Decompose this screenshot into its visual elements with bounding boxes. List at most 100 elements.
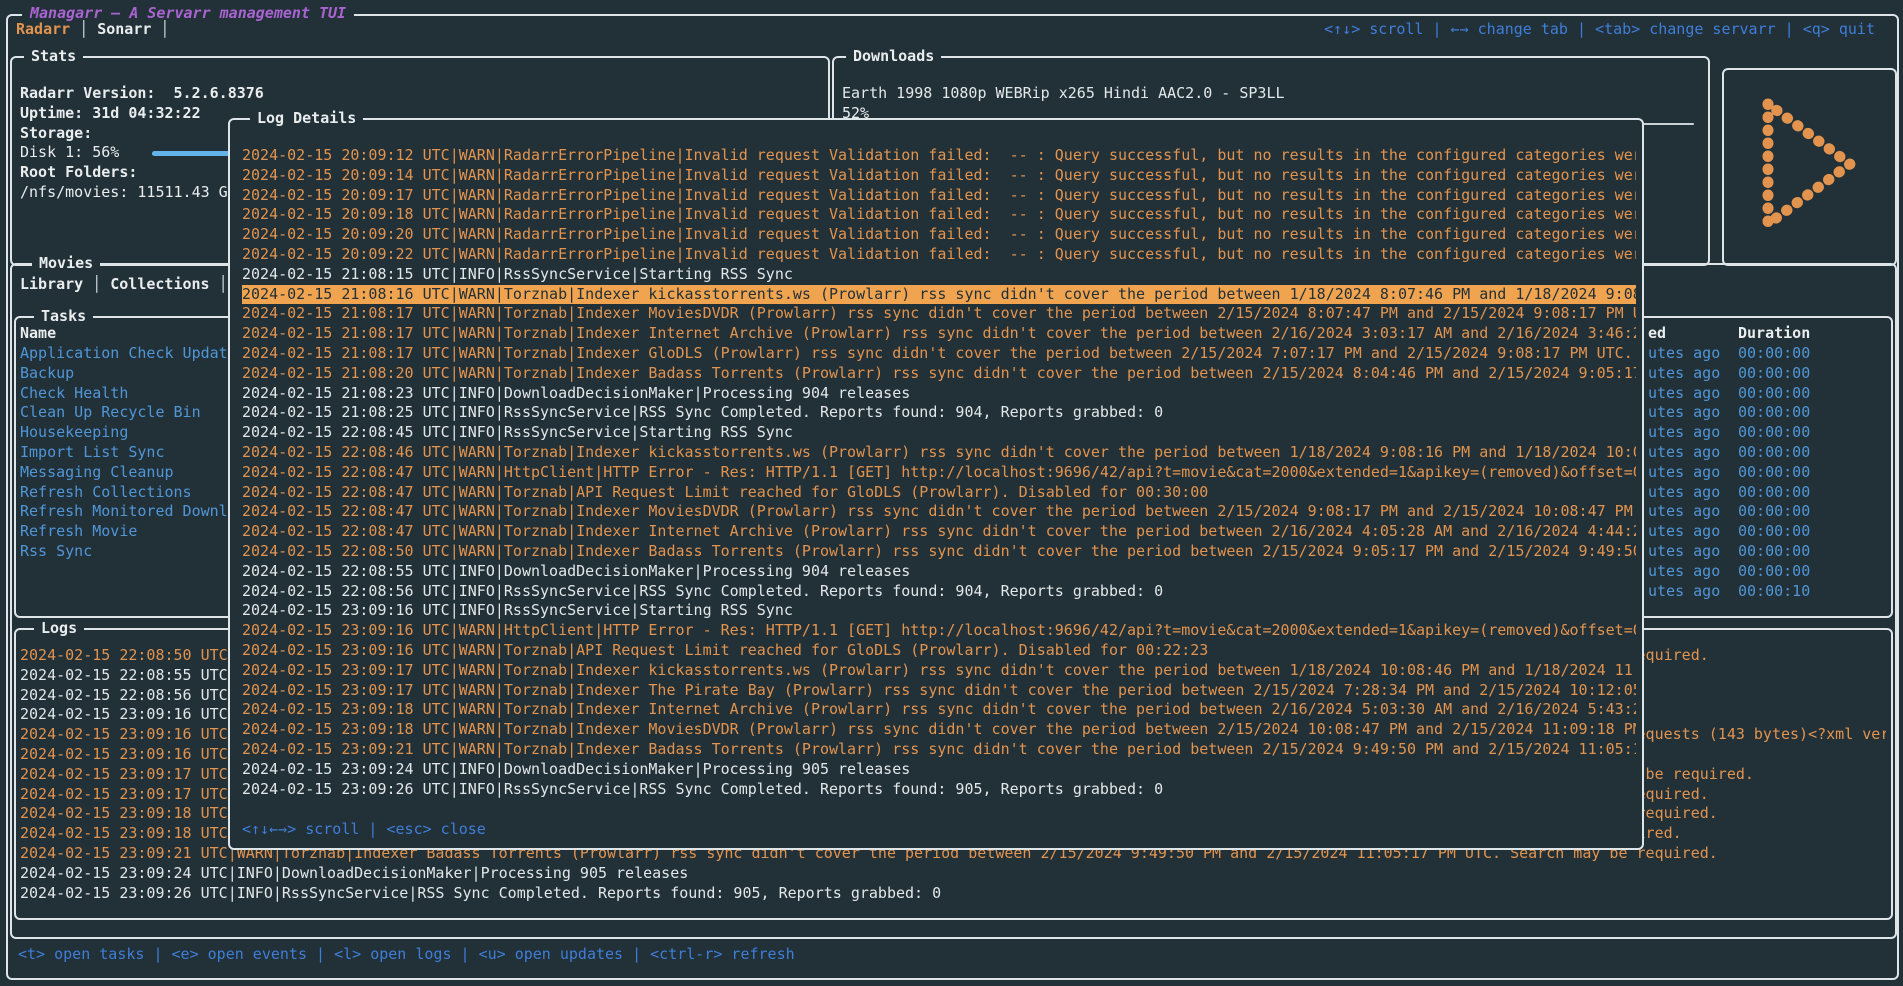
log-detail-line[interactable]: 2024-02-15 21:08:17 UTC|WARN|Torznab|Ind… xyxy=(242,304,1636,324)
task-queued-duration-row: utes ago00:00:00 xyxy=(1648,403,1878,423)
log-detail-line[interactable]: 2024-02-15 21:08:23 UTC|INFO|DownloadDec… xyxy=(242,384,1636,404)
task-queued-duration-row: utes ago00:00:00 xyxy=(1648,562,1878,582)
log-detail-line[interactable]: 2024-02-15 22:08:47 UTC|WARN|Torznab|Ind… xyxy=(242,522,1636,542)
logs-panel-title: Logs xyxy=(34,619,84,639)
tab-divider: │ xyxy=(151,20,178,38)
log-line[interactable]: 2024-02-15 23:09:26 UTC|INFO|RssSyncServ… xyxy=(20,884,1886,904)
task-duration-value: 00:00:00 xyxy=(1738,463,1810,481)
log-detail-line[interactable]: 2024-02-15 22:08:56 UTC|INFO|RssSyncServ… xyxy=(242,582,1636,602)
log-detail-line[interactable]: 2024-02-15 23:09:16 UTC|INFO|RssSyncServ… xyxy=(242,601,1636,621)
log-detail-line[interactable]: 2024-02-15 20:09:20 UTC|WARN|RadarrError… xyxy=(242,225,1636,245)
task-duration-value: 00:00:00 xyxy=(1738,443,1810,461)
movies-tab-library[interactable]: Library xyxy=(20,275,83,293)
tasks-columns-header: edDuration xyxy=(1648,324,1810,344)
task-duration-value: 00:00:00 xyxy=(1738,403,1810,421)
log-detail-line[interactable]: 2024-02-15 20:09:22 UTC|WARN|RadarrError… xyxy=(242,245,1636,265)
task-queued-value: utes ago xyxy=(1648,502,1738,522)
log-detail-line[interactable]: 2024-02-15 23:09:18 UTC|WARN|Torznab|Ind… xyxy=(242,720,1636,740)
top-keybinds: <↑↓> scroll | ←→ change tab | <tab> chan… xyxy=(1324,20,1875,40)
log-detail-line[interactable]: 2024-02-15 20:09:17 UTC|WARN|RadarrError… xyxy=(242,186,1636,206)
task-queued-duration-row: utes ago00:00:00 xyxy=(1648,463,1878,483)
task-queued-value: utes ago xyxy=(1648,562,1738,582)
task-queued-value: utes ago xyxy=(1648,483,1738,503)
task-queued-value: utes ago xyxy=(1648,364,1738,384)
tasks-queued-header: ed xyxy=(1648,324,1738,344)
task-duration-value: 00:00:00 xyxy=(1738,364,1810,382)
log-detail-line[interactable]: 2024-02-15 23:09:26 UTC|INFO|RssSyncServ… xyxy=(242,780,1636,800)
downloads-panel-title: Downloads xyxy=(846,47,941,67)
stats-version: Radarr Version: 5.2.6.8376 xyxy=(20,84,822,104)
tab-divider: │ xyxy=(70,20,97,38)
managarr-play-logo-icon xyxy=(1738,78,1878,250)
log-detail-line[interactable]: 2024-02-15 22:08:47 UTC|WARN|Torznab|API… xyxy=(242,483,1636,503)
task-queued-value: utes ago xyxy=(1648,443,1738,463)
log-details-modal: Log Details 2024-02-15 20:09:12 UTC|WARN… xyxy=(228,118,1644,850)
log-detail-line[interactable]: 2024-02-15 22:08:47 UTC|WARN|HttpClient|… xyxy=(242,463,1636,483)
log-detail-line[interactable]: 2024-02-15 21:08:17 UTC|WARN|Torznab|Ind… xyxy=(242,344,1636,364)
log-detail-line[interactable]: 2024-02-15 22:08:45 UTC|INFO|RssSyncServ… xyxy=(242,423,1636,443)
task-queued-duration-row: utes ago00:00:10 xyxy=(1648,582,1878,602)
tasks-duration-header: Duration xyxy=(1738,324,1810,342)
task-queued-duration-row: utes ago00:00:00 xyxy=(1648,502,1878,522)
tab-sonarr[interactable]: Sonarr xyxy=(97,20,151,38)
log-detail-line[interactable]: 2024-02-15 21:08:17 UTC|WARN|Torznab|Ind… xyxy=(242,324,1636,344)
log-details-modal-title: Log Details xyxy=(250,109,363,129)
task-queued-value: utes ago xyxy=(1648,522,1738,542)
movies-tab-collections[interactable]: Collections xyxy=(110,275,209,293)
task-duration-value: 00:00:00 xyxy=(1738,423,1810,441)
task-duration-value: 00:00:00 xyxy=(1738,562,1810,580)
log-line[interactable]: 2024-02-15 23:09:24 UTC|INFO|DownloadDec… xyxy=(20,864,1886,884)
stats-panel-title: Stats xyxy=(24,47,83,67)
task-duration-value: 00:00:00 xyxy=(1738,542,1810,560)
log-detail-line[interactable]: 2024-02-15 20:09:18 UTC|WARN|RadarrError… xyxy=(242,205,1636,225)
log-detail-line-selected[interactable]: 2024-02-15 21:08:16 UTC|WARN|Torznab|Ind… xyxy=(242,285,1636,305)
tasks-name-header: Name xyxy=(20,324,56,344)
task-queued-value: utes ago xyxy=(1648,423,1738,443)
task-queued-value: utes ago xyxy=(1648,582,1738,602)
task-queued-value: utes ago xyxy=(1648,463,1738,483)
log-detail-line[interactable]: 2024-02-15 23:09:17 UTC|WARN|Torznab|Ind… xyxy=(242,661,1636,681)
task-duration-value: 00:00:00 xyxy=(1738,483,1810,501)
task-queued-value: utes ago xyxy=(1648,344,1738,364)
log-detail-line[interactable]: 2024-02-15 23:09:24 UTC|INFO|DownloadDec… xyxy=(242,760,1636,780)
servarr-tabs: Radarr│Sonarr│ xyxy=(16,20,178,40)
bottom-keybinds: <t> open tasks | <e> open events | <l> o… xyxy=(18,945,795,965)
log-detail-line[interactable]: 2024-02-15 23:09:18 UTC|WARN|Torznab|Ind… xyxy=(242,700,1636,720)
tab-divider: │ xyxy=(83,275,110,293)
task-queued-value: utes ago xyxy=(1648,403,1738,423)
movies-tabs: Library│Collections│ xyxy=(20,275,237,295)
task-duration-value: 00:00:00 xyxy=(1738,344,1810,362)
log-detail-line[interactable]: 2024-02-15 20:09:12 UTC|WARN|RadarrError… xyxy=(242,146,1636,166)
task-queued-duration-row: utes ago00:00:00 xyxy=(1648,364,1878,384)
tab-radarr[interactable]: Radarr xyxy=(16,20,70,38)
log-detail-line[interactable]: 2024-02-15 21:08:25 UTC|INFO|RssSyncServ… xyxy=(242,403,1636,423)
task-duration-value: 00:00:00 xyxy=(1738,502,1810,520)
log-detail-line[interactable]: 2024-02-15 21:08:15 UTC|INFO|RssSyncServ… xyxy=(242,265,1636,285)
movies-panel-title: Movies xyxy=(32,254,100,274)
log-detail-line[interactable]: 2024-02-15 20:09:14 UTC|WARN|RadarrError… xyxy=(242,166,1636,186)
task-queued-duration-row: utes ago00:00:00 xyxy=(1648,443,1878,463)
log-detail-line[interactable]: 2024-02-15 22:08:47 UTC|WARN|Torznab|Ind… xyxy=(242,502,1636,522)
task-queued-value: utes ago xyxy=(1648,542,1738,562)
log-detail-line[interactable]: 2024-02-15 21:08:20 UTC|WARN|Torznab|Ind… xyxy=(242,364,1636,384)
logo-panel xyxy=(1722,68,1897,266)
task-queued-duration-row: utes ago00:00:00 xyxy=(1648,542,1878,562)
log-detail-line[interactable]: 2024-02-15 23:09:17 UTC|WARN|Torznab|Ind… xyxy=(242,681,1636,701)
task-queued-duration-row: utes ago00:00:00 xyxy=(1648,344,1878,364)
task-duration-value: 00:00:00 xyxy=(1738,522,1810,540)
log-detail-line[interactable]: 2024-02-15 22:08:50 UTC|WARN|Torznab|Ind… xyxy=(242,542,1636,562)
log-detail-line[interactable]: 2024-02-15 22:08:46 UTC|WARN|Torznab|Ind… xyxy=(242,443,1636,463)
task-queued-duration-list: utes ago00:00:00utes ago00:00:00utes ago… xyxy=(1648,344,1878,601)
log-detail-line[interactable]: 2024-02-15 23:09:16 UTC|WARN|HttpClient|… xyxy=(242,621,1636,641)
log-detail-line[interactable]: 2024-02-15 23:09:16 UTC|WARN|Torznab|API… xyxy=(242,641,1636,661)
log-details-line-list: 2024-02-15 20:09:12 UTC|WARN|RadarrError… xyxy=(242,146,1636,799)
log-detail-line[interactable]: 2024-02-15 22:08:55 UTC|INFO|DownloadDec… xyxy=(242,562,1636,582)
task-queued-duration-row: utes ago00:00:00 xyxy=(1648,483,1878,503)
log-detail-line[interactable]: 2024-02-15 23:09:21 UTC|WARN|Torznab|Ind… xyxy=(242,740,1636,760)
task-duration-value: 00:00:10 xyxy=(1738,582,1810,600)
task-queued-duration-row: utes ago00:00:00 xyxy=(1648,423,1878,443)
task-duration-value: 00:00:00 xyxy=(1738,384,1810,402)
task-queued-value: utes ago xyxy=(1648,384,1738,404)
download-item[interactable]: Earth 1998 1080p WEBRip x265 Hindi AAC2.… xyxy=(842,84,1702,104)
task-queued-duration-row: utes ago00:00:00 xyxy=(1648,522,1878,542)
